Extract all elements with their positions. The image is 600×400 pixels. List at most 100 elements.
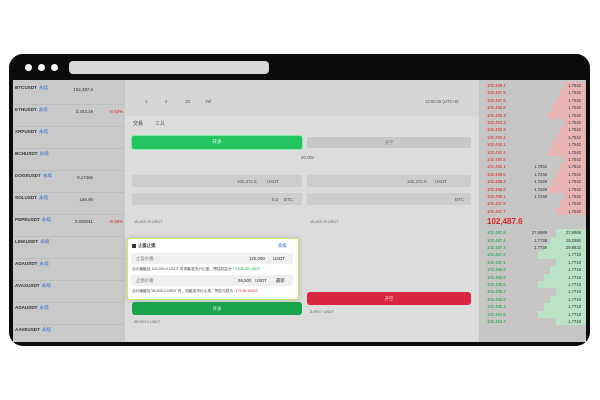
sell-tab-button[interactable]: 开空 [307,137,471,148]
ask-total: 1.7542 [568,179,581,185]
tp-note-value: 120,000.0 USDT [151,267,179,271]
advanced-link[interactable]: 高级 [278,243,287,249]
ask-row[interactable]: 102,497.6 1.7542 [479,96,586,105]
bid-row[interactable]: 102,487.4 1.7738 29.2580 [479,236,586,244]
bid-row[interactable]: 102,484.2 1.7718 [479,318,586,326]
ask-price: 102,493.2 [487,134,506,140]
market-pair: AAVEUSDT 永续 [15,327,51,333]
tp-note-prefix: 当价格触及 [132,267,151,271]
bid-row[interactable]: 102,485.9 1.7718 [479,295,586,304]
bid-row[interactable]: 102,486.2 1.7718 [479,288,586,296]
pair-text: XRPUSDT [15,129,37,134]
open-short-button[interactable]: 开空 [307,292,471,305]
sell-price-value: 102,372.5 [407,178,427,184]
sell-price-field[interactable]: 102,372.5 USDT [307,175,471,187]
ask-total: 1.7542 [568,171,581,177]
exchange-page: BTCUSDT 永续 102,487.6 ETHUSDT 永续 2,443.19 -0.83… [13,80,586,342]
ask-row[interactable]: 102,494.3 1.7542 [479,119,586,127]
ask-row[interactable]: 102,498.4 1.7542 [479,82,586,90]
tp-note: 当价格触及 120,000.0 USDT 时将触发市价止盈，预估收益为 +3,5… [132,267,260,272]
bid-row[interactable]: 102,487.2 1.7718 [479,251,586,259]
market-pair: ADAUSDT 永续 [15,261,49,267]
tab-trade[interactable]: 交易 [133,120,143,127]
ask-row[interactable]: 102,489.6 1.7246 1.7542 [479,170,586,179]
bid-row[interactable]: 102,486.6 1.7718 [479,281,586,289]
market-price: 102,487.6 [73,87,93,92]
ask-row[interactable]: 102,490.1 1.7652 1.7542 [479,163,586,171]
sl-price-input[interactable]: 止损价格 98,500 USDT 最新 [131,275,293,286]
sl-note-mid: 时，将触发市价止损，预估亏损为 [177,289,234,293]
ask-row[interactable]: 102,489.3 1.7248 1.7542 [479,178,586,186]
ask-row[interactable]: 102,487.8 1.7542 [479,200,586,208]
ask-row[interactable]: 102,496.8 1.7542 [479,104,586,112]
sl-mode-select[interactable]: 最新 [276,278,285,284]
market-change: -0.83% [109,109,123,114]
ask-total: 1.7542 [568,194,581,199]
market-row[interactable]: AAVEUSDT 永续 [13,322,125,342]
price-field[interactable]: 102,372.5 USDT [132,175,302,187]
tab-tools[interactable]: 工具 [155,120,165,127]
ask-price: 102,498.4 [487,83,506,88]
sl-label: 止损价格 [136,278,154,283]
trade-panel: 1 2 1D 1W 12:50:06 (UTC+8) 交易 工具 开多 开空 2… [125,80,479,342]
sell-available-balance: 15,493.75 USDT [310,220,339,224]
bid-row[interactable]: 102,484.8 1.7718 [479,310,586,318]
ask-total: 1.7542 [568,120,581,125]
bid-row[interactable]: 102,487.5 27.6969 27.6969 [479,229,586,237]
qty-field[interactable]: 0.2 BTC [132,193,302,205]
ask-amount: 1.7652 [534,164,547,170]
ask-total: 1.7542 [568,186,581,192]
checkbox-icon[interactable] [132,243,136,248]
ask-row[interactable]: 102,492.1 1.7542 [479,141,586,149]
tf-chip[interactable]: 12:50:06 (UTC+8) [425,99,459,104]
sell-tab-label: 开空 [384,139,394,145]
market-change: -0.46% [109,219,123,224]
ask-row[interactable]: 102,493.9 1.7542 [479,126,586,134]
bid-amount: 1.7738 [534,245,547,250]
market-pair: AVAXUSDT 永续 [15,283,51,289]
market-price: 146.90 [79,197,93,202]
bid-row[interactable]: 102,487.3 1.7738 29.8832 [479,244,586,252]
bid-total: 1.7718 [568,274,581,280]
bid-row[interactable]: 102,486.9 1.7718 [479,266,586,274]
open-long-button[interactable]: 开多 [132,302,302,315]
tp-value: 120,000 [249,256,265,261]
market-pair: SOLUSDT 永续 [15,195,48,201]
buy-tab-button[interactable]: 开多 [132,136,302,149]
ask-total: 1.7542 [568,157,581,162]
ask-row[interactable]: 102,491.4 1.7542 [479,148,586,156]
ask-row[interactable]: 102,488.6 1.7248 1.7542 [479,185,586,193]
ask-row[interactable]: 102,488.1 1.7248 1.7542 [479,193,586,201]
ask-row[interactable]: 102,490.8 1.7542 [479,156,586,164]
bid-row[interactable]: 102,485.3 1.7718 [479,303,586,311]
ask-total: 1.7542 [568,164,581,170]
ask-amount: 1.7248 [534,179,547,185]
ask-total: 1.7542 [568,105,581,111]
pair-text: ADAUSDT [15,261,38,266]
tp-price-input[interactable]: 止盈价格 120,000 USDT [131,253,293,264]
ask-row[interactable]: 102,497.9 1.7542 [479,89,586,97]
bid-amount: 1.7738 [534,237,547,243]
tf-chip[interactable]: 1 [145,99,147,104]
ask-row[interactable]: 102,495.3 1.7542 [479,111,586,119]
perp-tag: 永续 [40,239,50,244]
perp-tag: 永续 [38,107,48,112]
bid-total: 1.7718 [568,311,581,317]
ask-row[interactable]: 102,493.2 1.7542 [479,133,586,142]
browser-titlebar [9,54,590,80]
order-book: 102,498.4 1.7542 102,497.9 1.7542 102,497.6 1… [479,80,586,342]
qty-unit: BTC [284,196,293,202]
sell-qty-field[interactable]: BTC [307,193,471,205]
address-bar[interactable] [69,61,269,74]
window-dot-icon [25,64,32,71]
bid-price: 102,486.2 [487,289,506,295]
ask-row[interactable]: 102,487.7 1.7542 [479,207,586,216]
tf-chip[interactable]: 2 [165,99,167,104]
bid-row[interactable]: 102,486.8 1.7718 [479,273,586,281]
sl-note-value: 98,500.0 USDT [151,289,177,293]
tf-chip[interactable]: 1D [185,99,190,104]
tf-chip[interactable]: 1W [205,99,211,104]
bid-row[interactable]: 102,487.1 1.7718 [479,258,586,267]
perp-tag: 永续 [39,261,49,266]
leverage-value[interactable]: 20.00x [301,155,314,160]
